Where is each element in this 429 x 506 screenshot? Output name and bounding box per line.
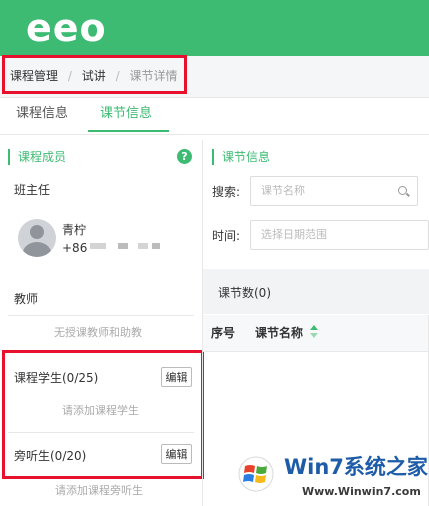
- tabs-divider: [0, 134, 429, 135]
- search-placeholder: 课节名称: [261, 184, 305, 197]
- windows-logo-icon: [238, 456, 274, 492]
- search-label: 搜索:: [212, 185, 241, 199]
- teachers-empty-text: 无授课教师和助教: [54, 326, 142, 339]
- lesson-count: 课节数(0): [218, 286, 271, 300]
- lessons-section-title: 课节信息: [212, 149, 270, 165]
- sort-icon[interactable]: [310, 325, 318, 339]
- time-label: 时间:: [212, 229, 241, 243]
- eeo-logo: eeo: [26, 6, 107, 50]
- search-input[interactable]: 课节名称: [250, 176, 418, 206]
- teachers-label: 教师: [14, 292, 39, 306]
- avatar: [18, 219, 56, 257]
- phone-blurred: [90, 243, 106, 249]
- top-bar: eeo: [0, 0, 429, 56]
- phone-blurred: [152, 243, 160, 249]
- tab-bar: 课程信息 课节信息: [0, 97, 429, 134]
- active-tab-underline: [88, 130, 169, 132]
- head-teacher-phone: +86: [62, 241, 88, 255]
- watermark-brand: Win7系统之家: [284, 455, 428, 479]
- highlight-box-members: [2, 350, 204, 479]
- tab-course-info[interactable]: 课程信息: [16, 105, 68, 123]
- auditors-empty-text: 请添加课程旁听生: [55, 484, 143, 497]
- column-header-lesson-name[interactable]: 课节名称: [255, 325, 303, 341]
- head-teacher-label: 班主任: [14, 183, 51, 197]
- search-icon[interactable]: [398, 186, 407, 195]
- column-header-index: 序号: [211, 326, 236, 340]
- help-icon[interactable]: ?: [177, 149, 192, 164]
- phone-blurred: [118, 243, 128, 249]
- watermark: Win7系统之家 Www.Winwin7.com: [238, 452, 429, 506]
- highlight-box-breadcrumb: [2, 55, 187, 94]
- phone-blurred: [138, 243, 148, 249]
- table-header-divider: [203, 351, 429, 352]
- date-range-placeholder: 选择日期范围: [261, 228, 327, 241]
- watermark-url: Www.Winwin7.com: [302, 485, 421, 498]
- head-teacher-name: 青柠: [62, 223, 87, 237]
- lesson-count-header: 课节数(0): [203, 269, 429, 314]
- tab-lesson-info[interactable]: 课节信息: [100, 105, 152, 123]
- date-range-input[interactable]: 选择日期范围: [250, 220, 429, 250]
- members-section-title: 课程成员: [8, 149, 66, 165]
- divider: [8, 315, 194, 316]
